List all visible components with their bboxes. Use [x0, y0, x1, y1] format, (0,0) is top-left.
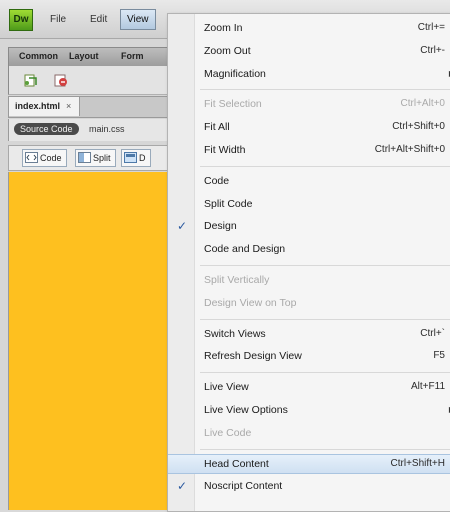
menu-item-shortcut: Alt+F11	[411, 381, 445, 393]
menu-item-zoom-out[interactable]: Zoom Out Ctrl+-	[168, 41, 450, 61]
email-link-icon[interactable]	[53, 72, 69, 88]
menu-file[interactable]: File	[50, 14, 66, 25]
menu-view[interactable]: View	[120, 9, 156, 30]
menu-item-live-code: Live Code	[168, 423, 450, 443]
menu-item-label: Switch Views	[204, 327, 266, 340]
insert-tab-common[interactable]: Common	[19, 51, 58, 61]
menu-item-noscript-content[interactable]: ✓ Noscript Content	[168, 476, 450, 496]
menu-item-shortcut: Ctrl+=	[417, 22, 445, 33]
menu-separator	[200, 448, 450, 450]
code-view-label: Code	[40, 153, 62, 163]
menu-item-label: Magnification	[204, 67, 266, 80]
menu-separator	[200, 89, 450, 91]
insert-tab-form[interactable]: Form	[121, 51, 144, 61]
menu-separator	[200, 265, 450, 266]
menu-item-shortcut: Ctrl+Alt+Shift+0	[374, 144, 445, 155]
menu-item-switch-views[interactable]: Switch Views Ctrl+`	[168, 324, 450, 344]
menu-separator	[200, 165, 450, 167]
menu-item-label: Zoom Out	[204, 44, 251, 57]
menu-item-shortcut: Ctrl+`	[420, 327, 445, 339]
menu-item-split-code[interactable]: Split Code	[168, 194, 450, 214]
insert-bar	[8, 66, 189, 95]
menu-item-label: Split Vertically	[204, 274, 270, 286]
menu-item-label: Live View	[204, 381, 249, 394]
document-tab-index[interactable]: index.html ×	[9, 97, 81, 116]
menu-item-code-and-design[interactable]: Code and Design	[168, 239, 450, 259]
menu-edit[interactable]: Edit	[90, 14, 107, 25]
design-view-button[interactable]: D	[121, 149, 151, 167]
related-files-bar: Source Code main.css	[8, 119, 189, 141]
menu-item-shortcut: Ctrl+Shift+H	[390, 457, 445, 469]
insert-tab-layout[interactable]: Layout	[69, 51, 99, 61]
menu-item-fit-all[interactable]: Fit All Ctrl+Shift+0	[168, 117, 450, 137]
menu-item-refresh-design-view[interactable]: Refresh Design View F5	[168, 346, 450, 366]
split-view-icon	[78, 152, 91, 163]
menu-item-shortcut: Ctrl+Alt+0	[400, 98, 445, 110]
menu-item-label: Design	[204, 220, 237, 233]
menu-item-fit-width[interactable]: Fit Width Ctrl+Alt+Shift+0	[168, 140, 450, 160]
menu-item-label: Live Code	[204, 426, 252, 439]
checkmark-icon: ✓	[177, 219, 188, 234]
menu-item-label: Zoom In	[204, 22, 243, 34]
hyperlink-icon[interactable]	[23, 72, 39, 88]
menu-item-design-view-on-top: Design View on Top	[168, 293, 450, 313]
menu-item-label: Code	[204, 174, 230, 187]
menu-item-design[interactable]: ✓ Design	[168, 216, 450, 236]
insert-panel-tabs: Common Layout Form	[8, 47, 190, 67]
menu-item-label: Live View Options	[204, 404, 288, 416]
menu-item-zoom-in[interactable]: Zoom In Ctrl+=	[168, 18, 450, 38]
related-file-main-css[interactable]: main.css	[89, 124, 125, 134]
design-view-icon	[124, 152, 137, 163]
document-tabs: index.html ×	[8, 96, 190, 118]
document-tab-label: index.html	[15, 101, 61, 111]
menu-item-label: Noscript Content	[204, 480, 283, 493]
code-view-icon	[25, 152, 38, 163]
split-view-button[interactable]: Split	[75, 149, 116, 167]
menu-item-label: Refresh Design View	[204, 350, 302, 363]
close-icon[interactable]: ×	[66, 101, 71, 111]
split-view-label: Split	[93, 153, 111, 163]
design-view-label: D	[139, 153, 146, 163]
menu-item-label: Fit Selection	[204, 98, 262, 111]
menu-item-fit-selection: Fit Selection Ctrl+Alt+0	[168, 94, 450, 114]
menu-item-label: Fit All	[204, 121, 230, 134]
view-dropdown-menu: Zoom In Ctrl+= Zoom Out Ctrl+- Magnification…	[167, 13, 450, 512]
menu-item-shortcut: Ctrl+-	[420, 44, 445, 56]
document-toolbar: Code Split D	[8, 145, 190, 171]
source-code-button[interactable]: Source Code	[14, 123, 79, 135]
menu-separator	[200, 372, 450, 374]
menu-item-code[interactable]: Code	[168, 171, 450, 191]
menu-item-shortcut: F5	[433, 350, 445, 362]
checkmark-icon: ✓	[177, 479, 188, 494]
design-canvas[interactable]	[8, 172, 189, 510]
code-view-button[interactable]: Code	[22, 149, 67, 167]
menu-item-label: Head Content	[204, 457, 269, 470]
menu-item-split-vertically: Split Vertically	[168, 270, 450, 290]
menu-item-magnification[interactable]: Magnification▶	[168, 64, 450, 84]
menu-item-live-view[interactable]: Live View Alt+F11	[168, 377, 450, 397]
menu-item-head-content[interactable]: Head Content Ctrl+Shift+H	[168, 453, 450, 474]
menu-item-live-view-options[interactable]: Live View Options▶	[168, 400, 450, 420]
menu-item-shortcut: Ctrl+Shift+0	[392, 121, 445, 133]
menu-item-label: Fit Width	[204, 144, 246, 156]
menu-separator	[200, 318, 450, 320]
dreamweaver-logo: Dw	[9, 9, 33, 31]
menu-item-label: Split Code	[204, 197, 253, 210]
menu-item-label: Design View on Top	[204, 296, 297, 309]
menu-item-label: Code and Design	[204, 243, 286, 256]
